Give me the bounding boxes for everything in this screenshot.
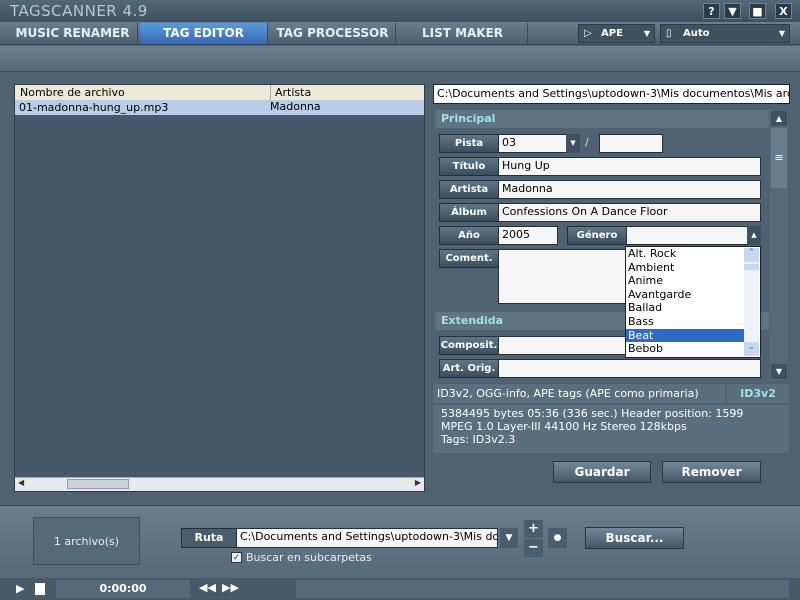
pista-dropdown-icon[interactable]: ▼ bbox=[566, 134, 580, 153]
genero-dropdown-icon[interactable]: ▲ bbox=[747, 226, 761, 245]
next-icon[interactable]: ▶▶ bbox=[222, 581, 239, 594]
ruta-field[interactable]: C:\Documents and Settings\uptodown-3\Mis… bbox=[236, 528, 498, 548]
tab-tag-editor[interactable]: TAG EDITOR bbox=[140, 23, 268, 44]
play-icon[interactable]: ▶ bbox=[16, 582, 24, 595]
close-button[interactable]: X bbox=[775, 3, 792, 19]
column-filename[interactable]: Nombre de archivo bbox=[20, 86, 125, 99]
genre-option[interactable]: Anime bbox=[626, 274, 744, 288]
genre-option[interactable]: Ambient bbox=[626, 261, 744, 275]
record-button[interactable]: ● bbox=[548, 528, 567, 548]
ano-field[interactable]: 2005 bbox=[498, 226, 558, 245]
horizontal-scrollbar[interactable]: ◀ ▶ bbox=[15, 477, 424, 491]
player-time: 0:00:00 bbox=[56, 580, 190, 598]
chevron-down-icon: ▼ bbox=[778, 29, 785, 38]
row-artist: Madonna bbox=[270, 100, 321, 113]
coment-label: Coment. bbox=[439, 249, 499, 268]
subfolders-checkbox[interactable]: ✓ bbox=[231, 552, 242, 563]
save-icon: ▯ bbox=[666, 28, 672, 39]
remove-path-button[interactable]: − bbox=[524, 539, 543, 557]
column-artist[interactable]: Artista bbox=[270, 85, 311, 100]
file-list[interactable]: Nombre de archivo Artista 01-madonna-hun… bbox=[14, 84, 425, 492]
maximize-button[interactable]: ■ bbox=[749, 3, 766, 19]
genero-field[interactable] bbox=[626, 226, 748, 245]
help-button[interactable]: ? bbox=[703, 3, 720, 19]
section-principal: Principal bbox=[435, 110, 769, 128]
folder-icon: ▷ bbox=[584, 28, 592, 39]
genre-scrollbar[interactable]: ⌃ ⌄ bbox=[744, 248, 759, 356]
genre-dropdown-list[interactable]: Alt. Rock Ambient Anime Avantgarde Balla… bbox=[625, 246, 761, 358]
genre-option[interactable]: Bebob bbox=[626, 342, 744, 356]
subfolders-label: Buscar en subcarpetas bbox=[246, 551, 372, 564]
pista-total-field[interactable] bbox=[599, 134, 663, 153]
tab-list-maker[interactable]: LIST MAKER bbox=[398, 23, 528, 44]
art-orig-label: Art. Orig. bbox=[439, 359, 499, 378]
ruta-dropdown-icon[interactable]: ▼ bbox=[500, 528, 518, 548]
genre-option-selected[interactable]: Beat bbox=[626, 328, 744, 343]
artista-field[interactable]: Madonna bbox=[498, 180, 761, 199]
scroll-down-icon[interactable]: ▼ bbox=[771, 364, 787, 379]
tag-type-select[interactable]: ▷ APE ▼ bbox=[578, 24, 655, 43]
genre-option[interactable]: Alt. Rock bbox=[626, 247, 744, 261]
scroll-up-icon[interactable]: ⌃ bbox=[744, 248, 759, 262]
mode-select[interactable]: ▯ Auto ▼ bbox=[660, 24, 790, 43]
scroll-down-icon[interactable]: ⌄ bbox=[744, 342, 759, 356]
composit-label: Composit. bbox=[439, 336, 499, 355]
file-info-line: Tags: ID3v2.3 bbox=[441, 433, 516, 446]
stop-icon[interactable] bbox=[35, 583, 45, 595]
app-title: TAGSCANNER 4.9 bbox=[10, 2, 148, 20]
album-label: Álbum bbox=[439, 203, 499, 222]
genero-label: Género bbox=[567, 226, 627, 245]
minimize-button[interactable]: ▼ bbox=[724, 3, 741, 19]
add-path-button[interactable]: + bbox=[524, 520, 543, 538]
file-path-field[interactable]: C:\Documents and Settings\uptodown-3\Mis… bbox=[433, 84, 790, 104]
scroll-thumb[interactable]: ≡ bbox=[771, 128, 787, 188]
tag-info-text: ID3v2, OGG-info, APE tags (APE como prim… bbox=[437, 387, 699, 400]
tab-music-renamer[interactable]: MUSIC RENAMER bbox=[8, 23, 138, 44]
tag-info-bar: ID3v2, OGG-info, APE tags (APE como prim… bbox=[433, 384, 789, 403]
titulo-label: Título bbox=[439, 157, 499, 176]
ano-label: Año bbox=[439, 226, 499, 245]
pista-separator: / bbox=[585, 136, 589, 149]
seek-bar[interactable] bbox=[296, 580, 789, 598]
row-filename: 01-madonna-hung_up.mp3 bbox=[19, 101, 169, 114]
file-info: 5384495 bytes 05:36 (336 sec.) Header po… bbox=[433, 405, 789, 453]
editor-scrollbar[interactable]: ▲ ≡ ▼ bbox=[770, 110, 788, 380]
genre-option[interactable]: Bass bbox=[626, 315, 744, 329]
remove-button[interactable]: Remover bbox=[662, 461, 761, 483]
artista-label: Artista bbox=[439, 180, 499, 199]
search-button[interactable]: Buscar... bbox=[585, 527, 684, 549]
save-button[interactable]: Guardar bbox=[553, 461, 651, 483]
file-count: 1 archivo(s) bbox=[33, 517, 140, 565]
tab-tag-processor[interactable]: TAG PROCESSOR bbox=[270, 23, 396, 44]
scroll-up-icon[interactable]: ▲ bbox=[771, 111, 787, 126]
pista-label: Pista bbox=[439, 134, 499, 153]
scroll-thumb[interactable] bbox=[744, 264, 759, 270]
chevron-down-icon: ▼ bbox=[643, 29, 650, 38]
album-field[interactable]: Confessions On A Dance Floor bbox=[498, 203, 761, 222]
file-list-header: Nombre de archivo Artista bbox=[15, 85, 424, 100]
titulo-field[interactable]: Hung Up bbox=[498, 157, 761, 176]
genre-option[interactable]: Ballad bbox=[626, 301, 744, 315]
file-info-line: MPEG 1.0 Layer-III 44100 Hz Stereo 128kb… bbox=[441, 420, 687, 433]
art-orig-field[interactable] bbox=[498, 359, 761, 378]
ruta-label: Ruta bbox=[181, 528, 237, 548]
table-row[interactable]: 01-madonna-hung_up.mp3 Madonna bbox=[15, 100, 424, 115]
pista-field[interactable]: 03 bbox=[498, 134, 568, 153]
tag-badge: ID3v2 bbox=[725, 384, 789, 403]
genre-option[interactable]: Avantgarde bbox=[626, 288, 744, 302]
file-info-line: 5384495 bytes 05:36 (336 sec.) Header po… bbox=[441, 407, 744, 420]
toolbar bbox=[0, 46, 800, 72]
previous-icon[interactable]: ◀◀ bbox=[199, 581, 216, 594]
